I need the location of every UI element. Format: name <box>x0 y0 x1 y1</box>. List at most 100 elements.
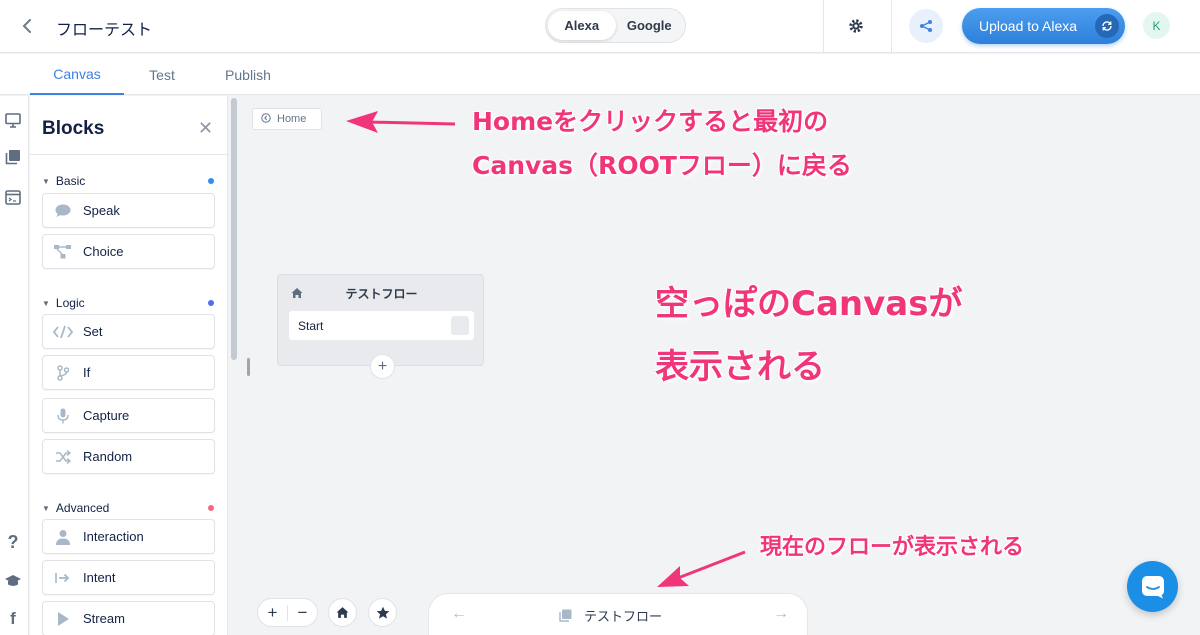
block-label: If <box>83 365 91 380</box>
platform-option-google[interactable]: Google <box>616 11 684 40</box>
caret-down-icon: ▼ <box>42 176 50 186</box>
person-icon <box>43 529 83 545</box>
block-stream[interactable]: Stream <box>42 601 215 635</box>
current-flow-name: テストフロー <box>584 609 663 624</box>
section-advanced[interactable]: ▼ Advanced <box>42 501 214 515</box>
tab-bar: Canvas Test Publish <box>0 54 1200 95</box>
block-label: Stream <box>83 611 125 626</box>
shuffle-icon <box>43 449 83 464</box>
status-dot <box>208 505 214 511</box>
scrollbar-thumb[interactable] <box>231 98 237 360</box>
status-dot <box>208 178 214 184</box>
divider <box>30 154 228 155</box>
annotation-home-line2: Canvas（ROOTフロー）に戻る <box>472 151 852 180</box>
close-icon[interactable]: ✕ <box>198 118 213 139</box>
library-icon[interactable] <box>4 148 22 166</box>
annotation-empty-line1: 空っぽのCanvasが <box>655 284 963 324</box>
star-icon <box>376 606 389 619</box>
speech-bubble-icon <box>43 204 83 218</box>
block-label: Random <box>83 449 133 464</box>
back-circle-icon <box>261 112 271 126</box>
section-logic[interactable]: ▼ Logic <box>42 296 214 310</box>
play-icon <box>43 611 83 627</box>
upload-to-alexa-button[interactable]: Upload to Alexa <box>962 8 1125 44</box>
favorite-button[interactable] <box>368 598 397 627</box>
divider <box>891 0 892 53</box>
tab-canvas[interactable]: Canvas <box>30 54 124 95</box>
section-label: Advanced <box>55 501 110 515</box>
zoom-controls: + − <box>257 598 318 627</box>
zoom-out-button[interactable]: − <box>288 603 317 623</box>
annotation-home-line1: Homeをクリックすると最初の <box>472 107 829 136</box>
block-intent[interactable]: Intent <box>42 560 215 595</box>
facebook-icon[interactable]: f <box>4 609 22 628</box>
home-view-button[interactable] <box>328 598 357 627</box>
block-label: Intent <box>83 570 116 585</box>
status-dot <box>208 300 214 306</box>
block-capture[interactable]: Capture <box>42 398 215 433</box>
block-label: Speak <box>83 203 120 218</box>
blocks-panel: Blocks ✕ ▼ Basic Speak Choice ▼ Logic Se… <box>30 96 228 635</box>
home-button[interactable]: Home <box>252 108 322 130</box>
platform-toggle: Alexa Google <box>545 8 686 43</box>
block-label: Set <box>83 324 103 339</box>
block-choice[interactable]: Choice <box>42 234 215 269</box>
zoom-in-button[interactable]: + <box>258 603 287 623</box>
gear-icon <box>849 19 863 33</box>
upload-label: Upload to Alexa <box>979 18 1078 34</box>
block-label: Choice <box>83 244 124 259</box>
flow-node-title: テストフロー <box>345 287 418 301</box>
flow-icon <box>559 609 572 622</box>
section-label: Basic <box>55 174 86 188</box>
block-if[interactable]: If <box>42 355 215 390</box>
tab-publish[interactable]: Publish <box>214 54 282 95</box>
panel-resize-handle[interactable] <box>247 358 250 376</box>
left-rail: ? f <box>0 96 29 635</box>
choice-branch-icon <box>43 244 83 259</box>
home-label: Home <box>277 113 307 125</box>
home-icon <box>336 607 349 618</box>
block-label: Interaction <box>83 529 144 544</box>
platform-option-alexa[interactable]: Alexa <box>548 11 616 40</box>
intent-arrow-icon <box>43 572 83 584</box>
avatar[interactable]: K <box>1143 12 1170 39</box>
block-interaction[interactable]: Interaction <box>42 519 215 554</box>
current-flow: テストフロー <box>559 606 662 625</box>
code-icon <box>43 325 83 339</box>
block-label: Capture <box>83 408 130 423</box>
graduation-cap-icon[interactable] <box>4 572 22 590</box>
blocks-title: Blocks <box>42 118 105 139</box>
block-set[interactable]: Set <box>42 314 215 349</box>
block-speak[interactable]: Speak <box>42 193 215 228</box>
divider <box>823 0 824 53</box>
section-basic[interactable]: ▼ Basic <box>42 174 214 188</box>
arrow-left-icon[interactable]: ← <box>451 605 467 623</box>
project-title: フローテスト <box>56 22 153 39</box>
terminal-icon[interactable] <box>4 188 22 206</box>
top-bar: フローテスト Alexa Google Upload to Alexa K <box>0 0 1200 53</box>
add-step-button[interactable]: + <box>370 354 395 379</box>
git-branch-icon <box>43 364 83 381</box>
caret-down-icon: ▼ <box>42 298 50 308</box>
settings-button[interactable] <box>842 12 870 40</box>
tab-test[interactable]: Test <box>134 54 190 95</box>
share-icon <box>920 20 932 32</box>
block-random[interactable]: Random <box>42 439 215 474</box>
start-step[interactable]: Start <box>289 311 474 340</box>
share-button[interactable] <box>909 9 943 43</box>
caret-down-icon: ▼ <box>42 503 50 513</box>
help-icon[interactable]: ? <box>4 532 22 552</box>
flow-node[interactable]: テストフロー Start <box>277 274 484 366</box>
chat-button[interactable] <box>1127 561 1178 612</box>
back-icon[interactable] <box>18 14 36 38</box>
annotation-current-flow: 現在のフローが表示される <box>760 535 1025 560</box>
section-label: Logic <box>55 296 85 310</box>
sync-icon <box>1095 14 1119 38</box>
step-port[interactable] <box>451 316 469 335</box>
chat-icon <box>1141 575 1164 598</box>
flow-navigator: ← テストフロー → <box>428 593 808 635</box>
monitor-icon[interactable] <box>4 111 22 129</box>
arrow-right-icon[interactable]: → <box>773 605 789 623</box>
start-label: Start <box>298 318 324 333</box>
annotation-empty-line2: 表示される <box>655 347 825 387</box>
